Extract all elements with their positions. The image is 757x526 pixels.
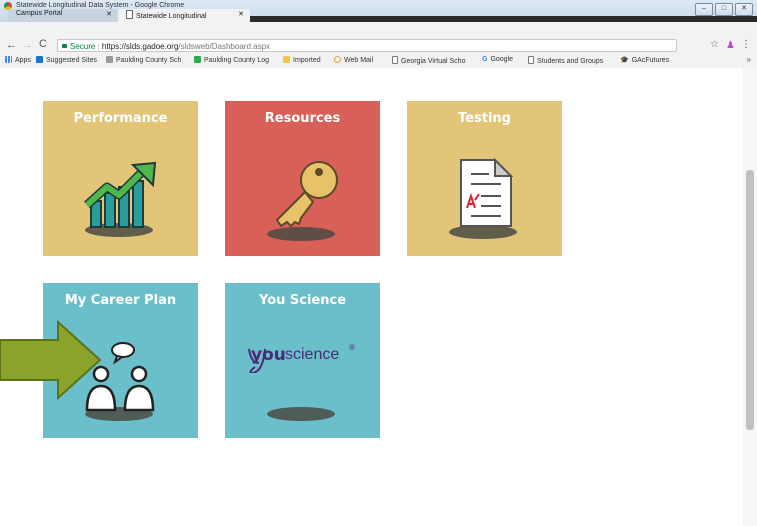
- bing-icon: [36, 56, 43, 63]
- secure-label: Secure: [70, 42, 96, 51]
- tile-testing[interactable]: Testing: [407, 101, 562, 256]
- icon-shadow: [267, 407, 335, 421]
- graduation-cap-icon: 🎓: [620, 57, 629, 64]
- bookmark-gacfutures[interactable]: 🎓 GAcFutures: [620, 56, 669, 64]
- bookmark-students-and-groups[interactable]: Students and Groups: [528, 56, 603, 65]
- tile-title: You Science: [258, 293, 347, 308]
- back-arrow-icon[interactable]: ←: [6, 40, 17, 51]
- bookmark-label: Web Mail: [344, 57, 374, 64]
- browser-window: Statewide Longitudinal Data System - Goo…: [0, 0, 757, 526]
- bookmark-label: GAcFutures: [631, 57, 670, 64]
- close-icon[interactable]: ✕: [106, 10, 112, 18]
- close-window-button[interactable]: ✕: [735, 3, 753, 16]
- bookmark-web-mail[interactable]: Web Mail: [334, 56, 373, 64]
- page-icon: [126, 10, 133, 19]
- address-bar-row: ← → C Secure | https://slds.gadoe.org/sl…: [0, 22, 757, 52]
- youscience-registered: ®: [349, 343, 355, 352]
- google-icon: G: [482, 56, 488, 63]
- window-controls: – □ ✕: [695, 3, 753, 16]
- reload-icon[interactable]: C: [39, 39, 47, 50]
- lock-icon: [62, 44, 67, 48]
- bookmark-georgia-virtual-school[interactable]: Georgia Virtual Scho: [392, 56, 465, 65]
- youscience-logo: you science ®: [245, 343, 365, 373]
- tab-label: Campus Portal: [16, 10, 63, 17]
- bookmark-apps[interactable]: Apps: [5, 56, 31, 64]
- bookmark-star-icon[interactable]: ☆: [710, 39, 719, 50]
- page-icon: [528, 56, 534, 64]
- bookmark-label: Paulding County Sch: [116, 57, 182, 64]
- key-icon: [275, 161, 338, 228]
- bookmark-imported[interactable]: Imported: [283, 56, 321, 64]
- forward-arrow-icon[interactable]: →: [22, 40, 33, 51]
- url-host: https://slds.gadoe.org: [101, 42, 179, 51]
- bookmark-label: Suggested Sites: [46, 57, 97, 64]
- youscience-science: science: [285, 346, 340, 363]
- extension-icon[interactable]: ♟: [726, 40, 735, 51]
- document-icon: [460, 157, 514, 227]
- bookmark-google[interactable]: G Google: [482, 56, 513, 63]
- minimize-button[interactable]: –: [695, 3, 713, 16]
- url-path: /sldsweb/Dashboard.aspx: [178, 42, 271, 51]
- right-arrow-icon: [0, 320, 102, 400]
- youscience-swoosh: [248, 348, 266, 373]
- close-icon[interactable]: ✕: [238, 10, 244, 18]
- maximize-button[interactable]: □: [715, 3, 733, 16]
- menu-icon[interactable]: ⋮: [741, 39, 751, 50]
- window-title: Statewide Longitudinal Data System - Goo…: [16, 2, 185, 9]
- tile-title: My Career Plan: [64, 293, 177, 308]
- page-icon: [392, 56, 398, 64]
- scrollbar-thumb[interactable]: [746, 170, 754, 430]
- tile-title: Resources: [264, 111, 341, 126]
- bookmark-label: Google: [490, 56, 514, 63]
- bookmark-paulding-county-log[interactable]: Paulding County Log: [194, 56, 269, 64]
- title-bar: Statewide Longitudinal Data System - Goo…: [0, 0, 757, 22]
- url-input[interactable]: Secure | https://slds.gadoe.org/sldsweb/…: [57, 39, 677, 52]
- tile-performance[interactable]: Performance: [43, 101, 198, 256]
- bookmark-label: Apps: [15, 57, 31, 64]
- people-icon: [106, 56, 113, 63]
- tile-resources[interactable]: Resources: [225, 101, 380, 256]
- tab-statewide-longitudinal[interactable]: Statewide Longitudinal ✕: [118, 9, 250, 22]
- tab-label: Statewide Longitudinal: [136, 13, 207, 20]
- more-bookmarks-icon[interactable]: »: [747, 55, 751, 64]
- tab-campus-portal[interactable]: Campus Portal ✕: [8, 9, 118, 22]
- bookmark-label: Georgia Virtual Scho: [401, 58, 466, 65]
- webmail-icon: [334, 56, 341, 63]
- tile-title: Performance: [73, 111, 168, 126]
- tile-title: Testing: [458, 111, 511, 126]
- folder-icon: [283, 56, 290, 63]
- login-icon: [194, 56, 201, 63]
- bookmark-label: Students and Groups: [537, 58, 604, 65]
- bookmark-paulding-county-sch[interactable]: Paulding County Sch: [106, 56, 181, 64]
- growth-chart-icon: [83, 161, 157, 228]
- bookmark-label: Imported: [293, 57, 321, 64]
- bookmark-suggested-sites[interactable]: Suggested Sites: [36, 56, 97, 64]
- bookmarks-bar: Apps Suggested Sites Paulding County Sch…: [0, 52, 757, 69]
- apps-grid-icon: [5, 56, 12, 63]
- tile-you-science[interactable]: You Science you science ®: [225, 283, 380, 438]
- bookmark-label: Paulding County Log: [204, 57, 269, 64]
